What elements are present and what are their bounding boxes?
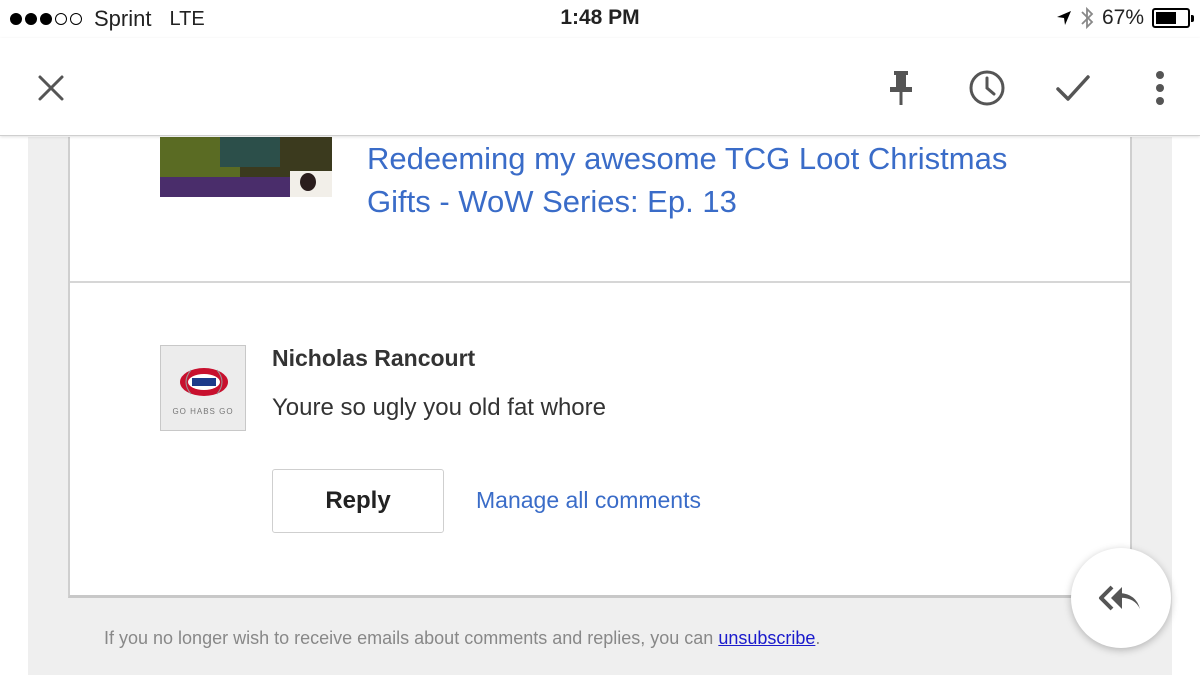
pin-button[interactable]	[876, 63, 926, 113]
footer-note: If you no longer wish to receive emails …	[104, 628, 820, 649]
habs-logo-icon	[180, 368, 228, 396]
comment-text: Youre so ugly you old fat whore	[272, 394, 606, 421]
manage-comments-link[interactable]: Manage all comments	[476, 487, 701, 514]
more-options-button[interactable]	[1135, 63, 1185, 113]
pin-icon	[890, 71, 912, 105]
avatar: GO HABS GO	[160, 345, 246, 431]
reply-button[interactable]: Reply	[272, 469, 444, 533]
status-bar: Sprint LTE 1:48 PM 67%	[0, 0, 1200, 38]
done-button[interactable]	[1048, 63, 1098, 113]
more-vert-icon	[1156, 71, 1164, 105]
footer-end: .	[815, 628, 821, 648]
divider	[70, 281, 1130, 283]
battery-icon	[1152, 8, 1194, 28]
close-icon	[38, 75, 64, 101]
footer-text: If you no longer wish to receive emails …	[104, 628, 719, 648]
location-arrow-icon	[1056, 11, 1071, 25]
close-button[interactable]	[26, 63, 76, 113]
status-right: 67%	[1056, 6, 1194, 30]
video-thumbnail[interactable]	[160, 137, 332, 197]
clock-time: 1:48 PM	[560, 6, 640, 29]
notification-card: Redeeming my awesome TCG Loot Christmas …	[68, 137, 1132, 598]
battery-percent: 67%	[1101, 6, 1144, 29]
unsubscribe-link[interactable]: unsubscribe	[718, 628, 815, 648]
avatar-caption: GO HABS GO	[172, 407, 234, 416]
reply-all-icon	[1099, 585, 1140, 611]
commenter-name: Nicholas Rancourt	[272, 345, 476, 371]
check-icon	[1056, 75, 1090, 101]
bluetooth-icon	[1081, 6, 1094, 30]
video-title-link[interactable]: Redeeming my awesome TCG Loot Christmas …	[367, 137, 1067, 223]
toolbar	[0, 38, 1200, 136]
clock-icon	[969, 70, 1005, 106]
reply-all-fab[interactable]	[1071, 548, 1171, 648]
snooze-button[interactable]	[962, 63, 1012, 113]
